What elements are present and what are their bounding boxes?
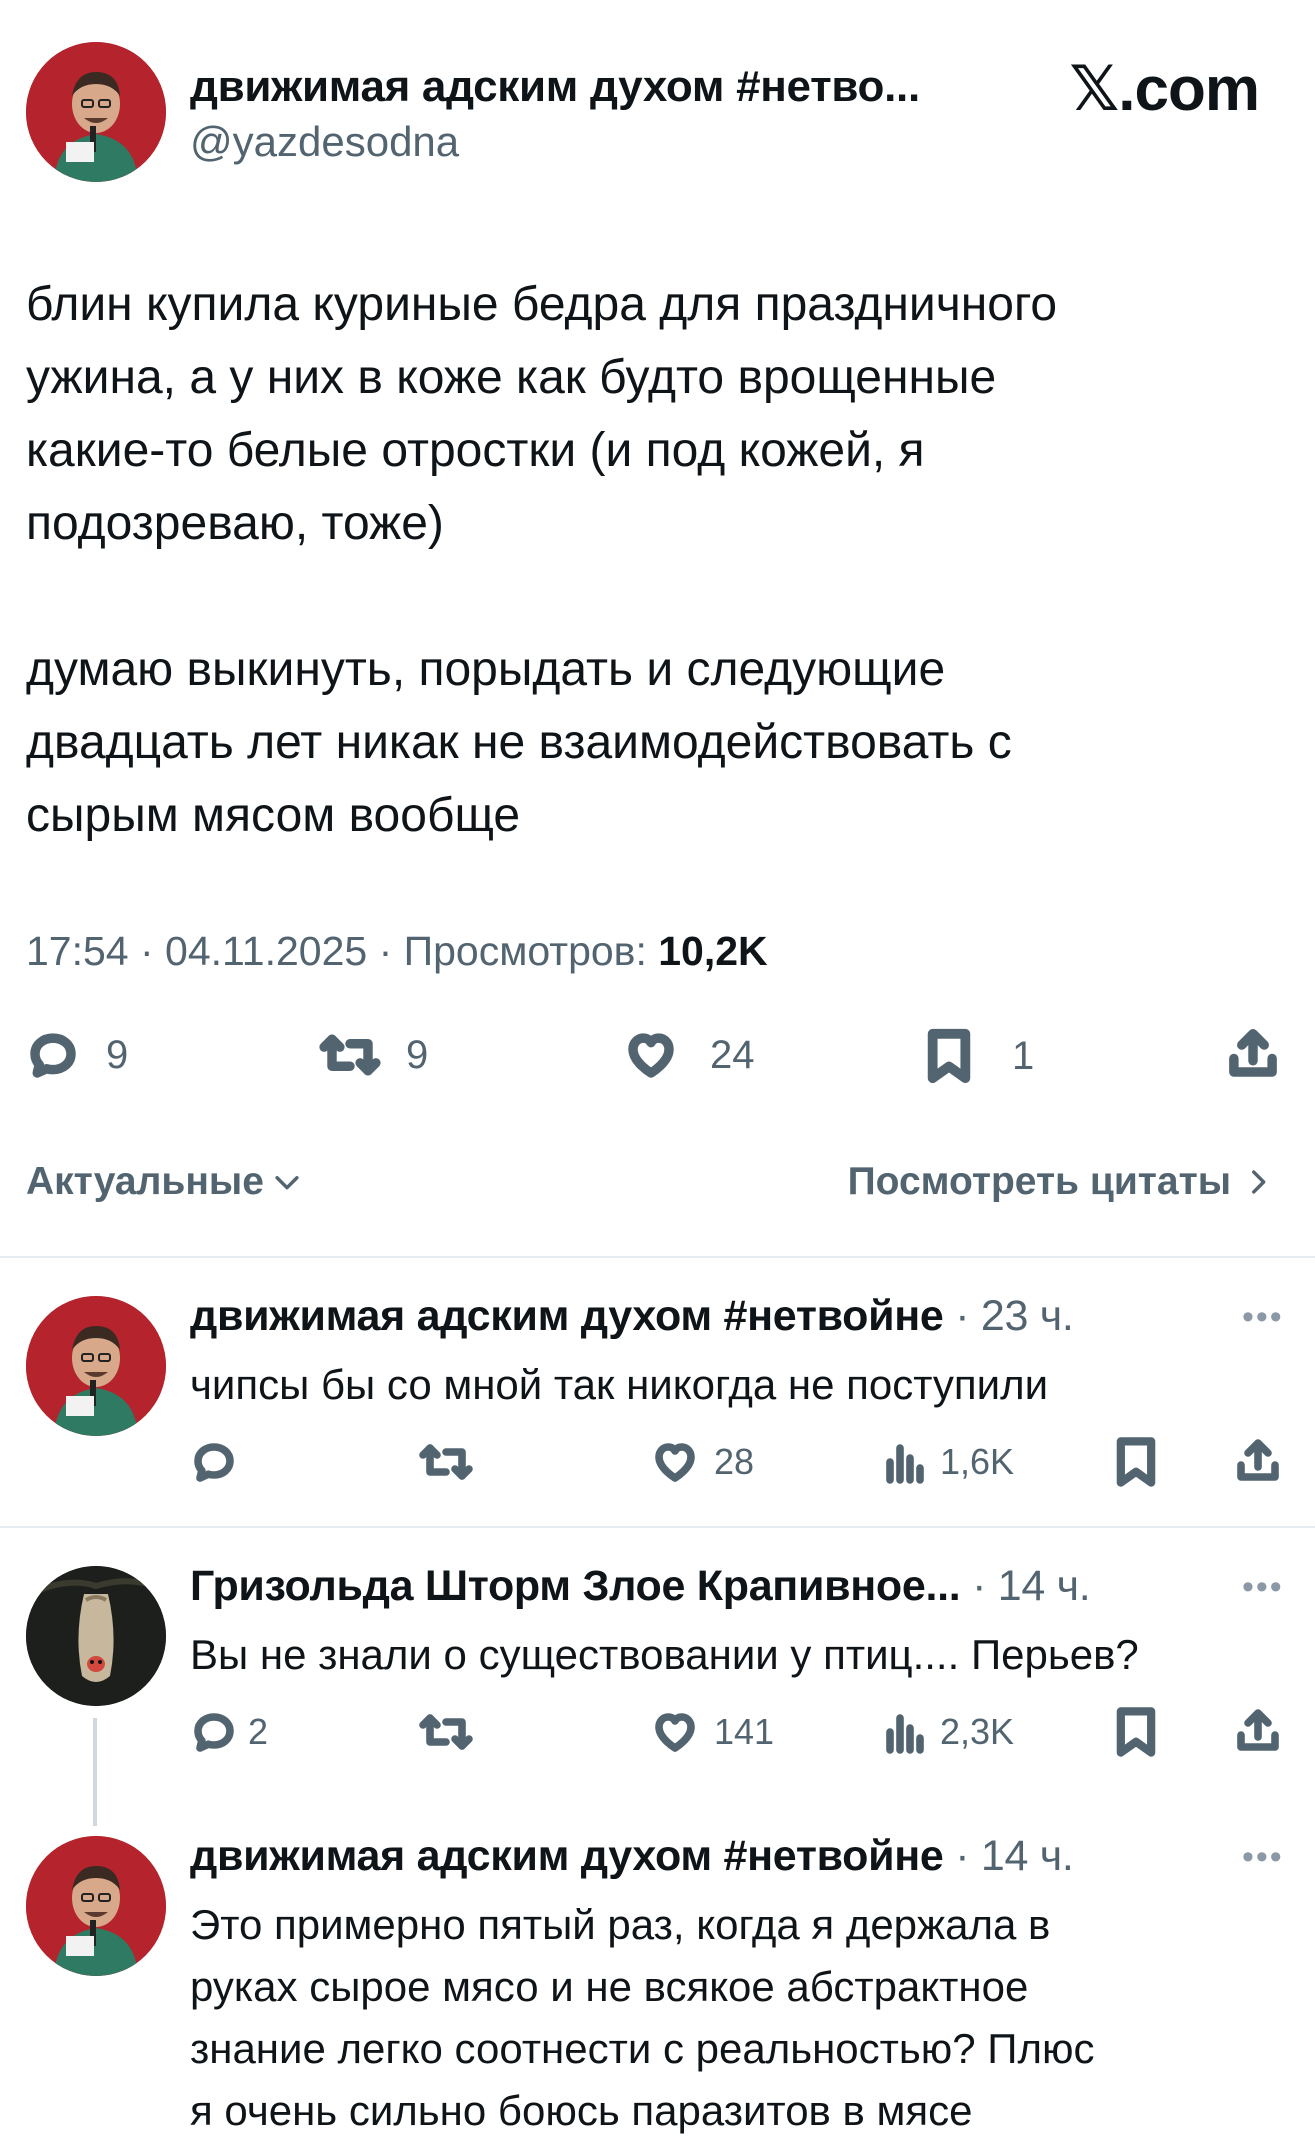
bookmark-icon [1116,1707,1156,1757]
reply-icon [194,1443,234,1482]
reply-author-line: движимая адским духом #нетвойне · 23 ч. [190,1292,1074,1341]
chevron-down-icon [275,1176,299,1190]
chevron-right-icon [1252,1170,1266,1194]
reply-author-line: Гризольда Шторм Злое Крапивное... · 14 ч… [190,1562,1091,1611]
reply-time[interactable]: · 14 ч. [960,1562,1091,1610]
reply-like-count: 141 [714,1711,775,1752]
repost-icon [419,1714,473,1750]
views-icon [886,1714,924,1754]
like-button[interactable]: 24 [622,1028,755,1082]
x-logo: 𝕏.com [1069,55,1260,124]
reply-text: Это примерно пятый раз, когда я держала … [190,1901,1095,2134]
reply-share-button[interactable] [1234,1706,1282,1756]
reply-author-name[interactable]: движимая адским духом #нетвойне [190,1832,944,1880]
bookmark-icon [1116,1437,1156,1487]
reply-views-count: 1,6K [940,1441,1015,1482]
sort-filter-dropdown[interactable]: Актуальные [26,1160,304,1204]
reply-text: Вы не знали о существовании у птиц.... П… [190,1631,1139,1678]
reply-reply-button[interactable]: 2 [190,1708,268,1756]
author-name[interactable]: движимая адским духом #нетво... [190,62,920,112]
more-icon[interactable]: ••• [1242,1568,1284,1607]
reply-icon [194,1713,234,1752]
view-quotes-label: Посмотреть цитаты [847,1160,1231,1203]
reply-button[interactable]: 9 [26,1028,128,1082]
reply-views-count: 2,3K [940,1711,1015,1752]
reply-like-count: 28 [714,1441,755,1482]
reply-author-name[interactable]: движимая адским духом #нетвойне [190,1292,944,1340]
reply-bookmark-button[interactable] [1114,1436,1158,1488]
more-icon[interactable]: ••• [1242,1838,1284,1877]
sort-filter-label: Актуальные [26,1160,264,1203]
bookmark-icon [927,1028,971,1084]
reply-time[interactable]: · 23 ч. [944,1292,1074,1340]
tweet-meta: 17:54 · 04.11.2025 · Просмотров: 10,2K [26,928,768,975]
heart-icon [628,1033,674,1078]
author-avatar[interactable] [26,42,166,182]
reply-reply-count: 2 [248,1711,269,1752]
share-icon [1237,1709,1279,1751]
repost-button[interactable]: 9 [318,1028,428,1082]
reply-share-button[interactable] [1234,1436,1282,1486]
share-icon [1229,1029,1277,1077]
reply-time[interactable]: · 14 ч. [944,1832,1074,1880]
reply-count: 9 [106,1032,129,1077]
reply-bookmark-button[interactable] [1114,1706,1158,1758]
reply-like-button[interactable]: 28 [650,1438,754,1486]
author-handle[interactable]: @yazdesodna [190,118,459,166]
reply-icon [30,1033,76,1078]
reply-text: чипсы бы со мной так никогда не поступил… [190,1361,1049,1408]
tweet-views: 10,2K [658,928,768,974]
more-icon[interactable]: ••• [1242,1298,1284,1337]
share-icon [1237,1439,1279,1481]
bookmark-count: 1 [1012,1033,1035,1078]
heart-icon [655,1443,695,1482]
reply-avatar[interactable] [26,1296,166,1436]
reply-author-line: движимая адским духом #нетвойне · 14 ч. [190,1832,1074,1881]
repost-icon [419,1444,473,1480]
repost-icon [319,1034,381,1076]
tweet-timestamp[interactable]: 17:54 · 04.11.2025 · Просмотров: [26,928,658,974]
views-icon [886,1444,924,1484]
reply-reply-button[interactable] [190,1438,238,1486]
repost-count: 9 [406,1032,429,1077]
thread-connector-line [93,1718,97,1826]
share-button[interactable] [1226,1026,1280,1082]
divider [0,1526,1315,1528]
reply-avatar[interactable] [26,1836,166,1976]
reply-author-name[interactable]: Гризольда Шторм Злое Крапивное... [190,1562,961,1610]
view-quotes-link[interactable]: Посмотреть цитаты [848,1160,1275,1204]
like-count: 24 [710,1032,755,1077]
tweet-text: блин купила куриные бедра для празднично… [26,278,1058,842]
reply-avatar[interactable] [26,1566,166,1706]
reply-like-button[interactable]: 141 [650,1708,774,1756]
divider [0,1256,1315,1258]
reply-views-button[interactable]: 2,3K [884,1708,1014,1756]
bookmark-button[interactable]: 1 [924,1028,1034,1084]
heart-icon [655,1713,695,1752]
reply-repost-button[interactable] [418,1708,474,1756]
reply-views-button[interactable]: 1,6K [884,1438,1014,1486]
reply-repost-button[interactable] [418,1438,474,1486]
